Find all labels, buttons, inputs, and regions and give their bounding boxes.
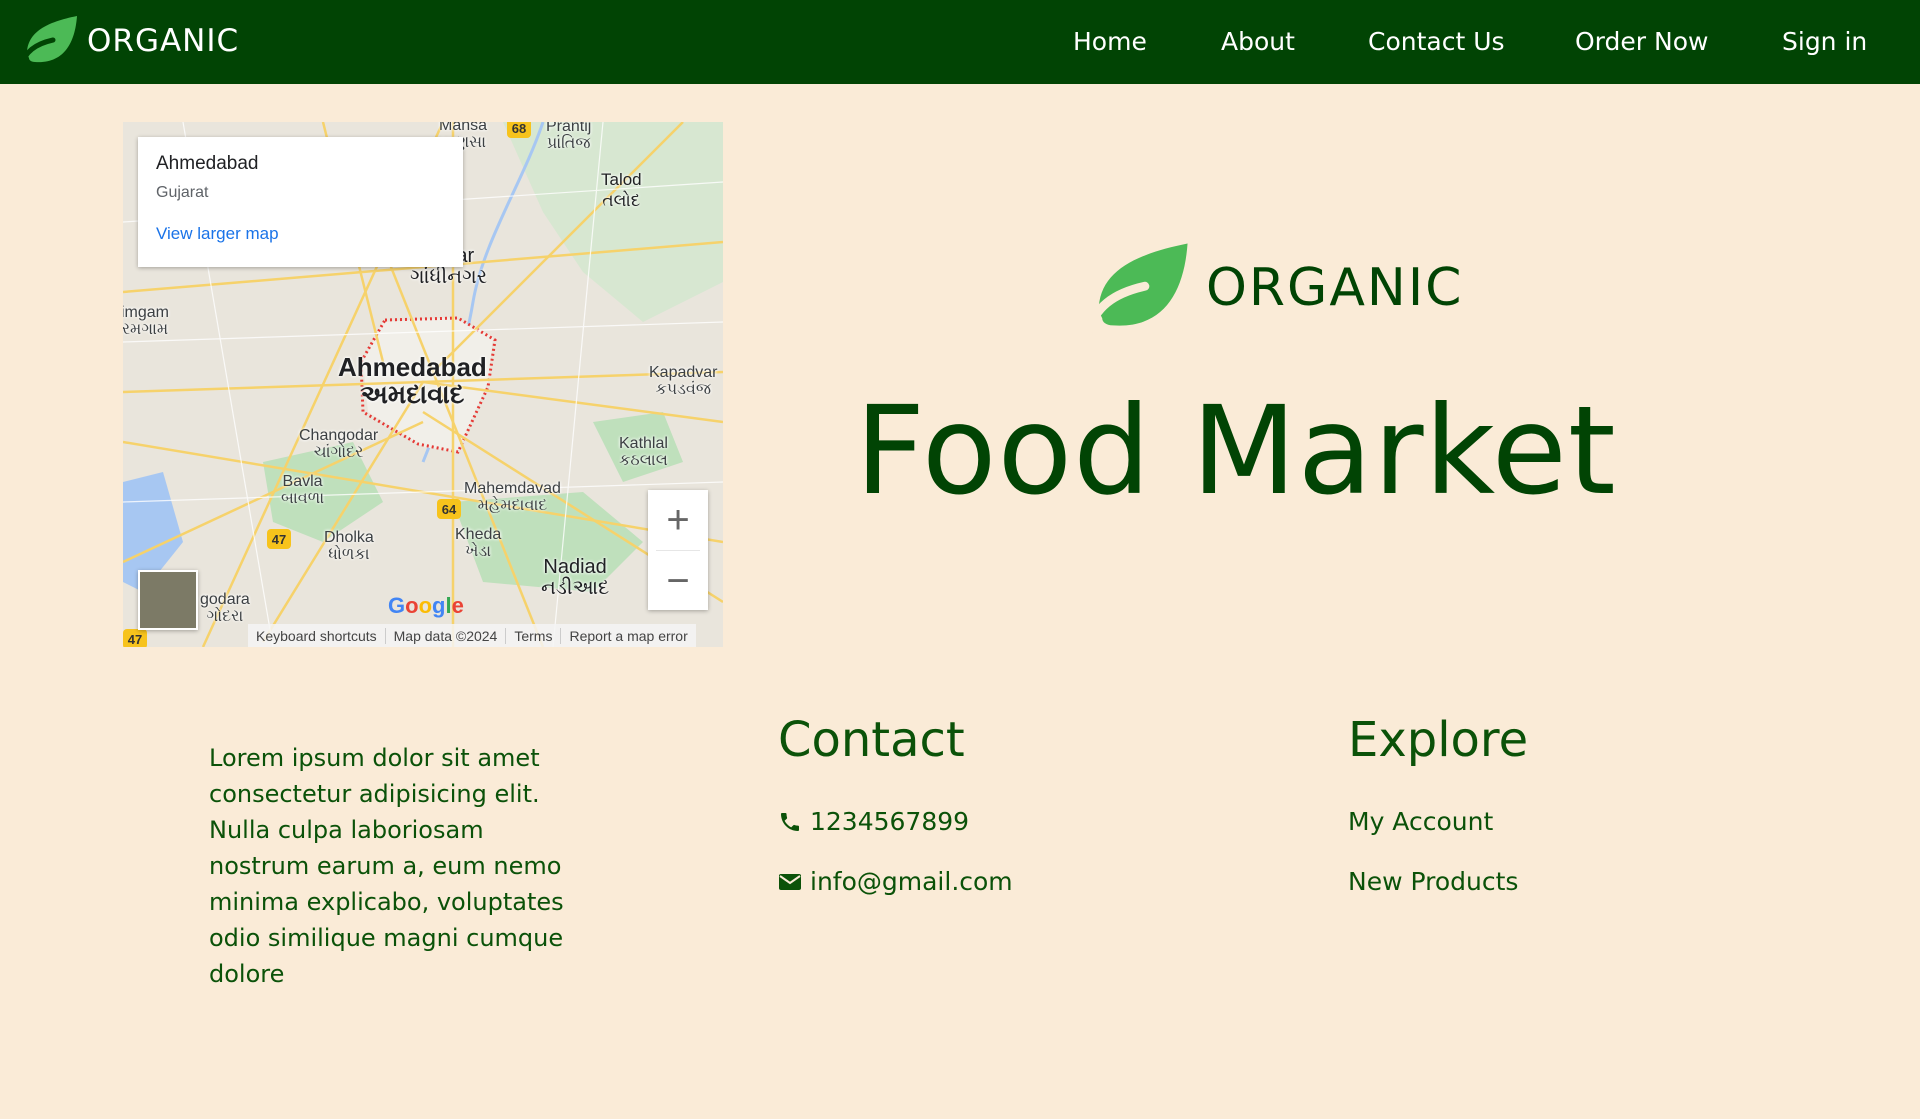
map-label-kathlal: Kathlal કઠલાલ (619, 435, 668, 470)
hero-logo: ORGANIC (1080, 240, 1463, 336)
map-label-viramgam-text: imgam રમગામ (123, 304, 170, 338)
map-label-nadiad-text: Nadiad નડીઆદ (541, 556, 610, 599)
google-logo: Google (388, 593, 464, 618)
envelope-icon (779, 873, 801, 890)
road-badge: 68 (507, 122, 531, 138)
road-badge: 47 (123, 629, 147, 647)
map-label-dholka-text: Dholka ધોળકા (324, 529, 374, 563)
nav-link-contact-us[interactable]: Contact Us (1368, 27, 1505, 56)
map-label-mahemdavad: Mahemdavad મહેમદાવાદ (464, 480, 561, 515)
map-label-prantij-text: Prantij પ્રાંતિજ (546, 122, 592, 152)
phone-icon (781, 812, 799, 831)
map-label-nadiad: Nadiad નડીઆદ (541, 557, 609, 599)
satellite-toggle-button[interactable] (138, 570, 198, 630)
terms-link[interactable]: Terms (506, 627, 562, 644)
keyboard-shortcuts-link[interactable]: Keyboard shortcuts (248, 627, 386, 644)
map-label-bagodara-text: godara ગોદરા (200, 591, 250, 625)
map-info-subtitle: Gujarat (156, 184, 209, 201)
nav-link-order-now[interactable]: Order Now (1575, 27, 1708, 56)
map-footer: Keyboard shortcuts Map data ©2024 Terms … (248, 624, 696, 647)
phone-number: 1234567899 (810, 807, 970, 836)
navbar: ORGANIC Home About Contact Us Order Now … (0, 0, 1920, 84)
map-label-bavla-text: Bavla બાવળા (281, 473, 325, 507)
view-larger-map-link[interactable]: View larger map (156, 224, 279, 244)
explore-heading: Explore (1348, 712, 1529, 768)
about-text: Lorem ipsum dolor sit amet consectetur a… (209, 744, 564, 988)
email-contact[interactable]: info@gmail.com (778, 867, 1013, 896)
map-label-kapadvanj-text: Kapadvar કપડવંજ (649, 364, 718, 398)
map-label-changodar-text: Changodar ચાંગોદર (299, 427, 379, 461)
map-label-talod: Talod તલોદ (601, 169, 642, 211)
map-label-kheda-text: Kheda ખેડા (455, 526, 502, 560)
map-label-prantij: Prantij પ્રાંતિજ (546, 122, 591, 153)
map-label-talod-text: Talod તલોદ (601, 170, 642, 210)
phone-contact[interactable]: 1234567899 (778, 807, 969, 836)
embedded-map[interactable]: Mansa માણસા Prantij પ્રાંતિજ Talod તલોદ … (123, 122, 723, 647)
map-label-bagodara: godara ગોદરા (200, 591, 250, 626)
leaf-icon (18, 16, 77, 68)
leaf-icon (1083, 243, 1188, 336)
zoom-in-button[interactable]: + (648, 490, 708, 550)
map-label-kheda: Kheda ખેડા (455, 526, 502, 561)
map-label-bavla: Bavla બાવળા (281, 473, 325, 508)
new-products-link[interactable]: New Products (1348, 867, 1518, 896)
road-badge: 64 (437, 499, 461, 519)
zoom-out-button[interactable]: − (648, 551, 708, 611)
hero-logo-text: ORGANIC (1206, 258, 1464, 318)
map-label-changodar: Changodar ચાંગોદર (299, 427, 379, 462)
road-badge: 47 (267, 529, 291, 549)
my-account-link[interactable]: My Account (1348, 807, 1493, 836)
zoom-controls: + − (648, 490, 708, 610)
map-info-card: Ahmedabad Gujarat View larger map (138, 137, 463, 267)
map-info-title: Ahmedabad (156, 153, 259, 174)
report-map-error-link[interactable]: Report a map error (561, 628, 695, 644)
nav-link-sign-in[interactable]: Sign in (1782, 27, 1867, 56)
map-data-label: Map data ©2024 (386, 627, 507, 644)
brand-logo[interactable]: ORGANIC (17, 14, 239, 68)
nav-link-about[interactable]: About (1221, 27, 1295, 56)
map-label-kathlal-text: Kathlal કઠલાલ (619, 435, 668, 469)
map-label-ahmedabad: Ahmedabad અમદાવાદ (338, 352, 487, 410)
map-label-dholka: Dholka ધોળકા (324, 529, 374, 564)
email-address: info@gmail.com (810, 867, 1013, 896)
map-label-viramgam: imgam રમગામ (123, 304, 170, 339)
map-label-mahemdavad-text: Mahemdavad મહેમદાવાદ (464, 480, 561, 514)
brand-name: ORGANIC (87, 23, 240, 59)
page-title: Food Market (855, 380, 1617, 522)
contact-heading: Contact (778, 712, 965, 768)
nav-link-home[interactable]: Home (1073, 27, 1147, 56)
map-label-ahmedabad-text: Ahmedabad અમદાવાદ (338, 352, 487, 410)
map-label-kapadvanj: Kapadvar કપડવંજ (649, 364, 718, 399)
